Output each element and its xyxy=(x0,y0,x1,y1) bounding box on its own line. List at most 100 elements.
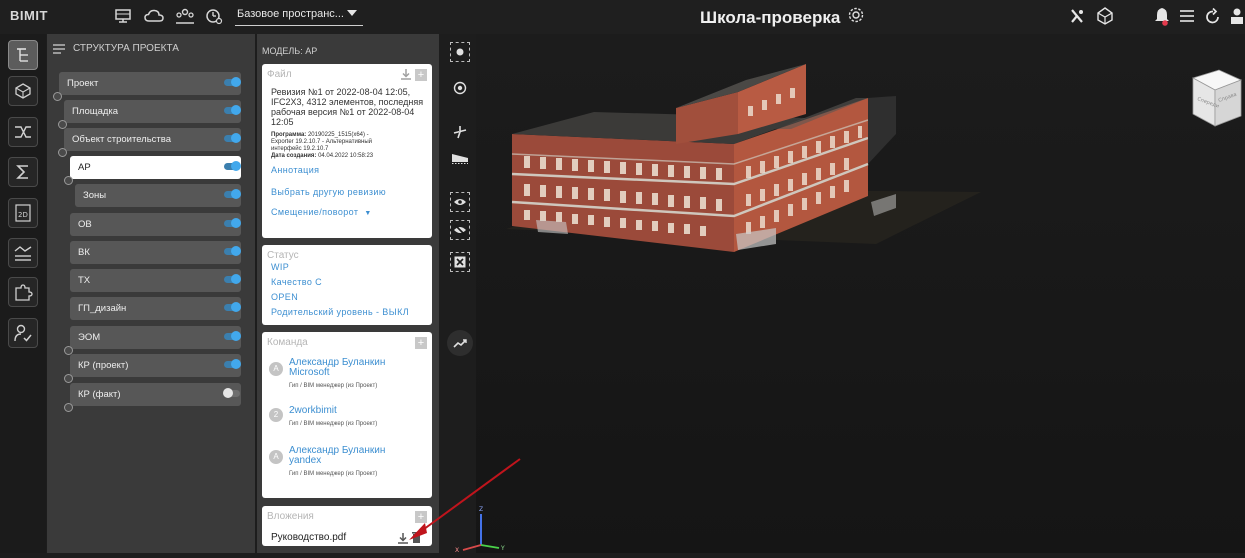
choose-revision-link[interactable]: Выбрать другую ревизию xyxy=(271,187,386,197)
structure-tree-icon[interactable] xyxy=(8,40,38,70)
monitor-icon[interactable] xyxy=(112,5,134,27)
tree-node-gp-design[interactable]: ГП_дизайн xyxy=(70,297,241,320)
user-check-icon[interactable] xyxy=(8,318,38,348)
expand-toggle-icon[interactable] xyxy=(64,374,73,383)
offset-rotation-label: Смещение/поворот xyxy=(271,207,359,217)
hide-eye-icon[interactable] xyxy=(450,220,470,240)
program-text: Exporter 19.2.10.7 - Альтернативный xyxy=(271,139,372,145)
view-cube[interactable]: Спереди Справа xyxy=(1187,68,1243,135)
space-select[interactable]: Базовое пространс... xyxy=(235,4,363,26)
status-item[interactable]: WIP xyxy=(271,262,289,272)
clear-selection-icon[interactable] xyxy=(450,252,470,272)
app-logo[interactable]: BIMIT xyxy=(10,8,48,23)
tree-node-label: ВК xyxy=(78,247,90,258)
clock-settings-icon[interactable] xyxy=(203,5,225,27)
target-icon[interactable] xyxy=(450,78,470,98)
model-header: МОДЕЛЬ: АР xyxy=(262,46,318,56)
hide-tool-icon[interactable] xyxy=(1066,5,1088,27)
compare-icon[interactable] xyxy=(8,117,38,147)
annotation-link[interactable]: Аннотация xyxy=(271,165,319,175)
puzzle-icon[interactable] xyxy=(8,277,38,307)
status-card-title: Статус xyxy=(267,250,299,261)
cloud-icon[interactable] xyxy=(143,5,165,27)
3d-viewport[interactable]: Z Y X xyxy=(455,34,1245,553)
expand-toggle-icon[interactable] xyxy=(64,176,73,185)
download-icon[interactable] xyxy=(401,69,411,83)
building-model[interactable] xyxy=(476,34,1245,553)
download-icon[interactable] xyxy=(398,531,408,549)
chart-compare-icon[interactable] xyxy=(8,238,38,268)
user-icon[interactable] xyxy=(1226,5,1245,27)
expand-toggle-icon[interactable] xyxy=(53,92,62,101)
tree-node-zones[interactable]: Зоны xyxy=(75,184,241,207)
2d-drawing-icon[interactable]: 2D xyxy=(8,198,38,228)
cloud-model-icon[interactable] xyxy=(8,76,38,106)
status-item[interactable]: Родительский уровень - ВЫКЛ xyxy=(271,307,409,317)
section-plane-icon[interactable] xyxy=(450,148,470,168)
tree-node-tx[interactable]: ТХ xyxy=(70,269,241,292)
visibility-toggle[interactable] xyxy=(224,359,241,369)
tree-node-project[interactable]: Проект xyxy=(53,72,241,101)
expand-toggle-icon[interactable] xyxy=(64,403,73,412)
project-structure-panel: СТРУКТУРА ПРОЕКТА Проект Площадка Объект… xyxy=(47,34,255,553)
menu-icon[interactable] xyxy=(53,43,65,54)
avatar: 2 xyxy=(269,408,283,422)
tree-node-site[interactable]: Площадка xyxy=(58,100,241,129)
show-eye-icon[interactable] xyxy=(450,192,470,212)
offset-rotation-link[interactable]: Смещение/поворот ▼ xyxy=(271,207,372,217)
avatar: А xyxy=(269,450,283,464)
visibility-toggle[interactable] xyxy=(224,302,241,312)
revision-text: рабочая версия №1 от 2022-08-04 xyxy=(271,107,415,117)
visibility-toggle[interactable] xyxy=(224,161,241,171)
visibility-toggle[interactable] xyxy=(224,133,241,143)
visibility-toggle[interactable] xyxy=(223,388,240,398)
tree-node-eom[interactable]: ЭОМ xyxy=(64,326,241,355)
sigma-icon[interactable] xyxy=(8,157,38,187)
created-label: Дата создания: xyxy=(271,153,317,159)
team-icon[interactable] xyxy=(174,5,196,27)
tree-node-vk[interactable]: ВК xyxy=(70,241,241,264)
model-tree-icon[interactable] xyxy=(1094,5,1116,27)
bell-icon[interactable] xyxy=(1151,5,1173,27)
structure-header: СТРУКТУРА ПРОЕКТА xyxy=(53,43,179,54)
tree-node-ov[interactable]: ОВ xyxy=(70,213,241,236)
trend-icon[interactable] xyxy=(447,330,473,356)
trash-icon[interactable] xyxy=(412,530,421,548)
select-tool-icon[interactable] xyxy=(450,42,470,62)
refresh-icon[interactable] xyxy=(1202,5,1224,27)
svg-text:Y: Y xyxy=(500,545,505,552)
add-file-button[interactable]: + xyxy=(415,69,427,81)
tree-node-label: ЭОМ xyxy=(78,332,101,343)
member-role: Гип / BIM менеджер (из Проект) xyxy=(289,383,378,389)
visibility-toggle[interactable] xyxy=(224,331,241,341)
status-item[interactable]: Качество С xyxy=(271,277,322,287)
chevron-down-icon: ▼ xyxy=(364,210,372,217)
tree-node-kr-project[interactable]: КР (проект) xyxy=(64,354,241,383)
list-icon[interactable] xyxy=(1176,5,1198,27)
svg-text:X: X xyxy=(455,547,459,553)
gear-icon[interactable] xyxy=(847,6,865,29)
tree-node-label: АР xyxy=(78,162,91,173)
visibility-toggle[interactable] xyxy=(224,105,241,115)
section-cut-icon[interactable] xyxy=(450,122,470,142)
visibility-toggle[interactable] xyxy=(224,218,241,228)
tree-node-label: КР (проект) xyxy=(78,360,129,371)
visibility-toggle[interactable] xyxy=(224,246,241,256)
attachment-filename[interactable]: Руководство.pdf xyxy=(271,532,346,543)
visibility-toggle[interactable] xyxy=(224,189,241,199)
member-company[interactable]: yandex xyxy=(289,456,321,466)
visibility-toggle[interactable] xyxy=(224,274,241,284)
visibility-toggle[interactable] xyxy=(224,77,241,87)
tree-node-kr-fact[interactable]: КР (факт) xyxy=(64,383,241,412)
tree-node-label: Объект строительства xyxy=(72,134,171,145)
revision-text: IFC2X3, 4312 элементов, последняя xyxy=(271,97,424,107)
member-name[interactable]: 2workbimit xyxy=(289,406,337,416)
status-item[interactable]: OPEN xyxy=(271,292,298,302)
chevron-down-icon xyxy=(347,10,357,16)
member-company[interactable]: Microsoft xyxy=(289,368,330,378)
add-attachment-button[interactable]: + xyxy=(415,511,427,523)
tree-node-ar[interactable]: АР xyxy=(64,156,241,185)
add-member-button[interactable]: + xyxy=(415,337,427,349)
expand-toggle-icon[interactable] xyxy=(58,148,67,157)
tree-node-building-object[interactable]: Объект строительства xyxy=(58,128,241,157)
